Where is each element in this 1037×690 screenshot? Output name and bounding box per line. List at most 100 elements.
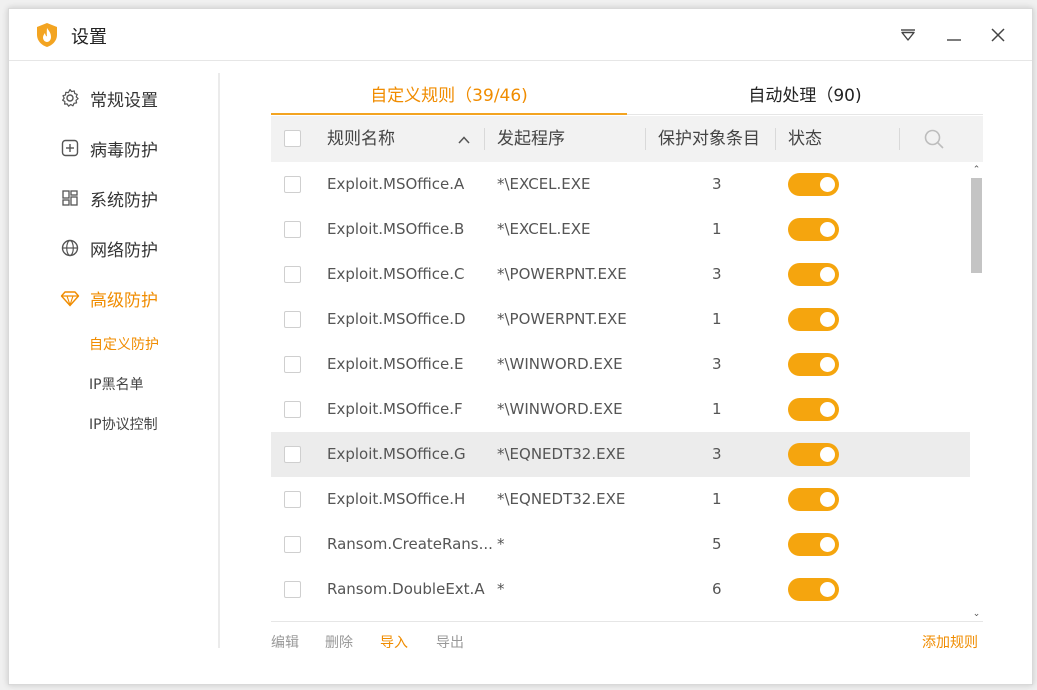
status-toggle[interactable] bbox=[788, 398, 839, 421]
status-toggle[interactable] bbox=[788, 533, 839, 556]
diamond-icon bbox=[59, 287, 81, 309]
rule-program: *\EQNEDT32.EXE bbox=[497, 490, 626, 508]
export-button[interactable]: 导出 bbox=[436, 632, 464, 652]
active-tab-indicator bbox=[271, 113, 627, 115]
gear-icon bbox=[59, 87, 81, 109]
table-row[interactable]: Exploit.MSOffice.H *\EQNEDT32.EXE 1 bbox=[271, 477, 970, 522]
row-checkbox[interactable] bbox=[284, 176, 301, 193]
table-row[interactable]: Exploit.MSOffice.E *\WINWORD.EXE 3 bbox=[271, 342, 970, 387]
row-checkbox[interactable] bbox=[284, 266, 301, 283]
row-checkbox[interactable] bbox=[284, 401, 301, 418]
column-header-count[interactable]: 保护对象条目 bbox=[658, 116, 760, 162]
row-checkbox[interactable] bbox=[284, 581, 301, 598]
triangle-menu-icon bbox=[901, 29, 915, 41]
globe-icon bbox=[59, 237, 81, 259]
scroll-thumb[interactable] bbox=[971, 178, 982, 273]
subitem-ip-protocol[interactable]: IP协议控制 bbox=[89, 414, 158, 434]
delete-button[interactable]: 删除 bbox=[325, 632, 353, 652]
subitem-custom-protection[interactable]: 自定义防护 bbox=[89, 334, 159, 354]
sidebar-item-label: 高级防护 bbox=[90, 290, 158, 311]
table-row[interactable]: Exploit.MSOffice.B *\EXCEL.EXE 1 bbox=[271, 207, 970, 252]
status-toggle[interactable] bbox=[788, 488, 839, 511]
sidebar-item-general[interactable]: 常规设置 bbox=[59, 85, 158, 111]
settings-window: 设置 常规设置 病毒防护 系统防护 网络防护 高级防护 自定义防护 IP黑名单 … bbox=[8, 8, 1033, 685]
column-header-name[interactable]: 规则名称 bbox=[327, 116, 395, 162]
status-toggle[interactable] bbox=[788, 263, 839, 286]
table-row[interactable]: Exploit.MSOffice.C *\POWERPNT.EXE 3 bbox=[271, 252, 970, 297]
rule-count: 3 bbox=[712, 265, 722, 283]
footer-divider bbox=[271, 621, 983, 622]
rule-name: Exploit.MSOffice.A bbox=[327, 175, 465, 193]
table-row[interactable]: Ransom.DoubleExt.A * 6 bbox=[271, 567, 970, 612]
rule-program: * bbox=[497, 535, 505, 553]
status-toggle[interactable] bbox=[788, 308, 839, 331]
rule-count: 1 bbox=[712, 310, 722, 328]
rule-program: *\EQNEDT32.EXE bbox=[497, 445, 626, 463]
rule-count: 1 bbox=[712, 490, 722, 508]
table-row[interactable]: Exploit.MSOffice.A *\EXCEL.EXE 3 bbox=[271, 162, 970, 207]
status-toggle[interactable] bbox=[788, 578, 839, 601]
grid-icon bbox=[59, 187, 81, 209]
import-button[interactable]: 导入 bbox=[380, 632, 408, 652]
sidebar-item-virus[interactable]: 病毒防护 bbox=[59, 135, 158, 161]
sidebar-item-advanced[interactable]: 高级防护 bbox=[59, 285, 158, 311]
rule-name: Exploit.MSOffice.D bbox=[327, 310, 466, 328]
tab-custom-rules[interactable]: 自定义规则（39/46) bbox=[271, 81, 627, 111]
table-row[interactable]: Ransom.CreateRans... * 5 bbox=[271, 522, 970, 567]
row-checkbox[interactable] bbox=[284, 356, 301, 373]
row-checkbox[interactable] bbox=[284, 446, 301, 463]
row-checkbox[interactable] bbox=[284, 491, 301, 508]
status-toggle[interactable] bbox=[788, 353, 839, 376]
vertical-scrollbar[interactable]: ⌃ ⌄ bbox=[970, 162, 983, 622]
rule-program: *\EXCEL.EXE bbox=[497, 175, 591, 193]
column-separator bbox=[484, 128, 485, 150]
rule-program: *\EXCEL.EXE bbox=[497, 220, 591, 238]
table-header: 规则名称 发起程序 保护对象条目 状态 bbox=[271, 116, 983, 162]
table-row[interactable]: Exploit.MSOffice.D *\POWERPNT.EXE 1 bbox=[271, 297, 970, 342]
table-row[interactable]: Exploit.MSOffice.F *\WINWORD.EXE 1 bbox=[271, 387, 970, 432]
rule-name: Exploit.MSOffice.H bbox=[327, 490, 466, 508]
window-title: 设置 bbox=[71, 27, 107, 48]
column-header-status[interactable]: 状态 bbox=[788, 116, 822, 162]
row-checkbox[interactable] bbox=[284, 536, 301, 553]
sidebar-item-network[interactable]: 网络防护 bbox=[59, 235, 158, 261]
rule-count: 3 bbox=[712, 175, 722, 193]
scroll-down-icon[interactable]: ⌄ bbox=[970, 608, 983, 620]
minimize-icon bbox=[947, 39, 961, 41]
rule-name: Exploit.MSOffice.B bbox=[327, 220, 465, 238]
sidebar-item-label: 常规设置 bbox=[90, 90, 158, 111]
status-toggle[interactable] bbox=[788, 218, 839, 241]
scroll-up-icon[interactable]: ⌃ bbox=[970, 164, 983, 176]
rule-count: 5 bbox=[712, 535, 722, 553]
close-button[interactable] bbox=[988, 25, 1008, 45]
search-icon[interactable] bbox=[923, 128, 945, 150]
rule-name: Ransom.DoubleExt.A bbox=[327, 580, 485, 598]
tab-auto-handle[interactable]: 自动处理（90) bbox=[627, 81, 983, 111]
status-toggle[interactable] bbox=[788, 173, 839, 196]
rule-program: *\WINWORD.EXE bbox=[497, 355, 623, 373]
rule-name: Exploit.MSOffice.G bbox=[327, 445, 466, 463]
sort-ascending-icon[interactable] bbox=[457, 132, 471, 146]
row-checkbox[interactable] bbox=[284, 221, 301, 238]
rule-count: 6 bbox=[712, 580, 722, 598]
rule-program: * bbox=[497, 580, 505, 598]
sidebar-item-system[interactable]: 系统防护 bbox=[59, 185, 158, 211]
column-header-program[interactable]: 发起程序 bbox=[497, 116, 565, 162]
rule-name: Exploit.MSOffice.F bbox=[327, 400, 463, 418]
table-row[interactable]: Exploit.MSOffice.G *\EQNEDT32.EXE 3 bbox=[271, 432, 970, 477]
row-checkbox[interactable] bbox=[284, 311, 301, 328]
minimize-button[interactable] bbox=[944, 25, 964, 45]
rules-table-body: Exploit.MSOffice.A *\EXCEL.EXE 3 Exploit… bbox=[271, 162, 970, 622]
rule-count: 1 bbox=[712, 220, 722, 238]
status-toggle[interactable] bbox=[788, 443, 839, 466]
app-logo-icon bbox=[35, 22, 59, 48]
dropdown-menu-button[interactable] bbox=[898, 25, 918, 45]
rule-name: Ransom.CreateRans... bbox=[327, 535, 493, 553]
rule-program: *\WINWORD.EXE bbox=[497, 400, 623, 418]
column-separator bbox=[775, 128, 776, 150]
rule-name: Exploit.MSOffice.E bbox=[327, 355, 464, 373]
subitem-ip-blacklist[interactable]: IP黑名单 bbox=[89, 374, 144, 394]
edit-button[interactable]: 编辑 bbox=[271, 632, 299, 652]
add-rule-button[interactable]: 添加规则 bbox=[922, 632, 978, 652]
select-all-checkbox[interactable] bbox=[284, 130, 301, 147]
